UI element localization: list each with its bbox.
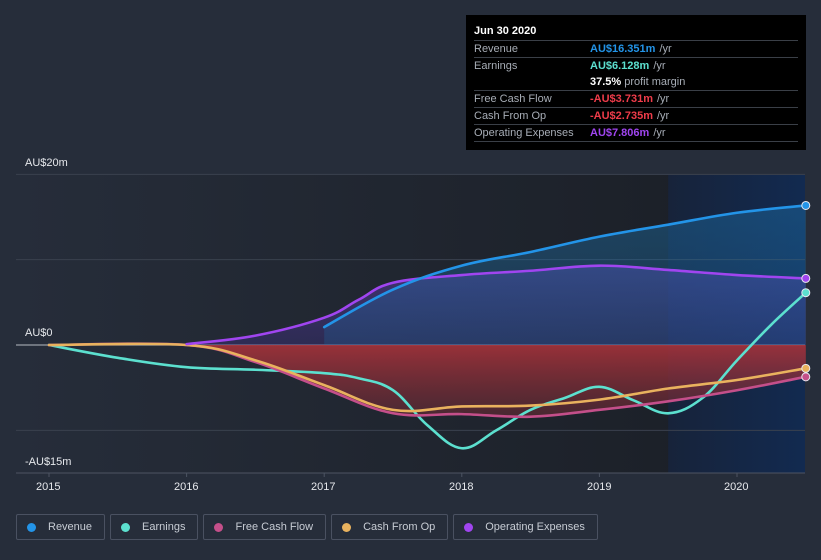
tooltip-label: Free Cash Flow xyxy=(474,93,552,105)
legend-dot-icon xyxy=(464,522,474,532)
y-tick-label: -AU$15m xyxy=(25,456,72,468)
legend-label: Earnings xyxy=(142,521,186,533)
tooltip-value: AU$7.806m xyxy=(590,127,650,139)
legend-label: Free Cash Flow xyxy=(235,521,314,533)
tooltip-label: Operating Expenses xyxy=(474,127,574,139)
profit-margin-value: 37.5% xyxy=(590,76,622,88)
tooltip-unit: /yr xyxy=(653,127,666,139)
earnings-end-point xyxy=(801,288,811,298)
y-tick-label: AU$0 xyxy=(25,327,53,339)
legend-item-earnings[interactable]: Earnings xyxy=(110,514,199,540)
legend-label: Revenue xyxy=(48,521,93,533)
tooltip-unit: /yr xyxy=(653,60,666,72)
x-tick-label: 2019 xyxy=(587,481,612,493)
legend-dot-icon xyxy=(342,522,352,532)
tooltip-label: Revenue xyxy=(474,43,519,55)
tooltip-value: AU$16.351m xyxy=(590,43,656,55)
revenue-end-point xyxy=(801,200,811,210)
tooltip-unit: /yr xyxy=(659,43,672,55)
x-tick-label: 2018 xyxy=(449,481,474,493)
y-tick-label: AU$20m xyxy=(25,157,68,169)
tooltip: Jun 30 2020 Revenue AU$16.351m /yr Earni… xyxy=(466,15,806,150)
legend-dot-icon xyxy=(214,522,224,532)
tooltip-row-free-cash-flow: Free Cash Flow -AU$3.731m /yr xyxy=(474,91,798,108)
free-cash-flow-end-point xyxy=(801,372,811,382)
tooltip-unit: /yr xyxy=(656,110,670,122)
x-tick-label: 2020 xyxy=(724,481,749,493)
legend-label: Operating Expenses xyxy=(485,521,585,533)
tooltip-value: -AU$3.731m xyxy=(590,93,653,105)
x-tick-label: 2015 xyxy=(36,481,61,493)
tooltip-row-earnings: Earnings AU$6.128m /yr xyxy=(474,58,798,74)
tooltip-row-revenue: Revenue AU$16.351m /yr xyxy=(474,41,798,58)
legend-item-free-cash-flow[interactable]: Free Cash Flow xyxy=(203,514,327,540)
legend: Revenue Earnings Free Cash Flow Cash Fro… xyxy=(16,514,598,540)
tooltip-row-profit-margin: 37.5% profit margin xyxy=(474,74,798,91)
legend-label: Cash From Op xyxy=(363,521,436,533)
x-tick-label: 2016 xyxy=(174,481,199,493)
tooltip-unit: /yr xyxy=(656,93,670,105)
x-tick-label: 2017 xyxy=(311,481,336,493)
legend-item-operating-expenses[interactable]: Operating Expenses xyxy=(453,514,598,540)
tooltip-row-operating-expenses: Operating Expenses AU$7.806m /yr xyxy=(474,125,798,142)
operating-expenses-end-point xyxy=(801,273,811,283)
tooltip-value: -AU$2.735m xyxy=(590,110,653,122)
cash-from-op-end-point xyxy=(801,363,811,373)
tooltip-row-cash-from-op: Cash From Op -AU$2.735m /yr xyxy=(474,108,798,125)
tooltip-label: Cash From Op xyxy=(474,110,547,122)
tooltip-value: AU$6.128m xyxy=(590,60,650,72)
tooltip-date: Jun 30 2020 xyxy=(474,23,798,41)
profit-margin-label: profit margin xyxy=(624,76,686,88)
legend-item-revenue[interactable]: Revenue xyxy=(16,514,106,540)
legend-item-cash-from-op[interactable]: Cash From Op xyxy=(331,514,449,540)
legend-dot-icon xyxy=(121,522,131,532)
tooltip-label xyxy=(474,74,590,90)
legend-dot-icon xyxy=(27,522,36,532)
tooltip-label: Earnings xyxy=(474,60,518,72)
